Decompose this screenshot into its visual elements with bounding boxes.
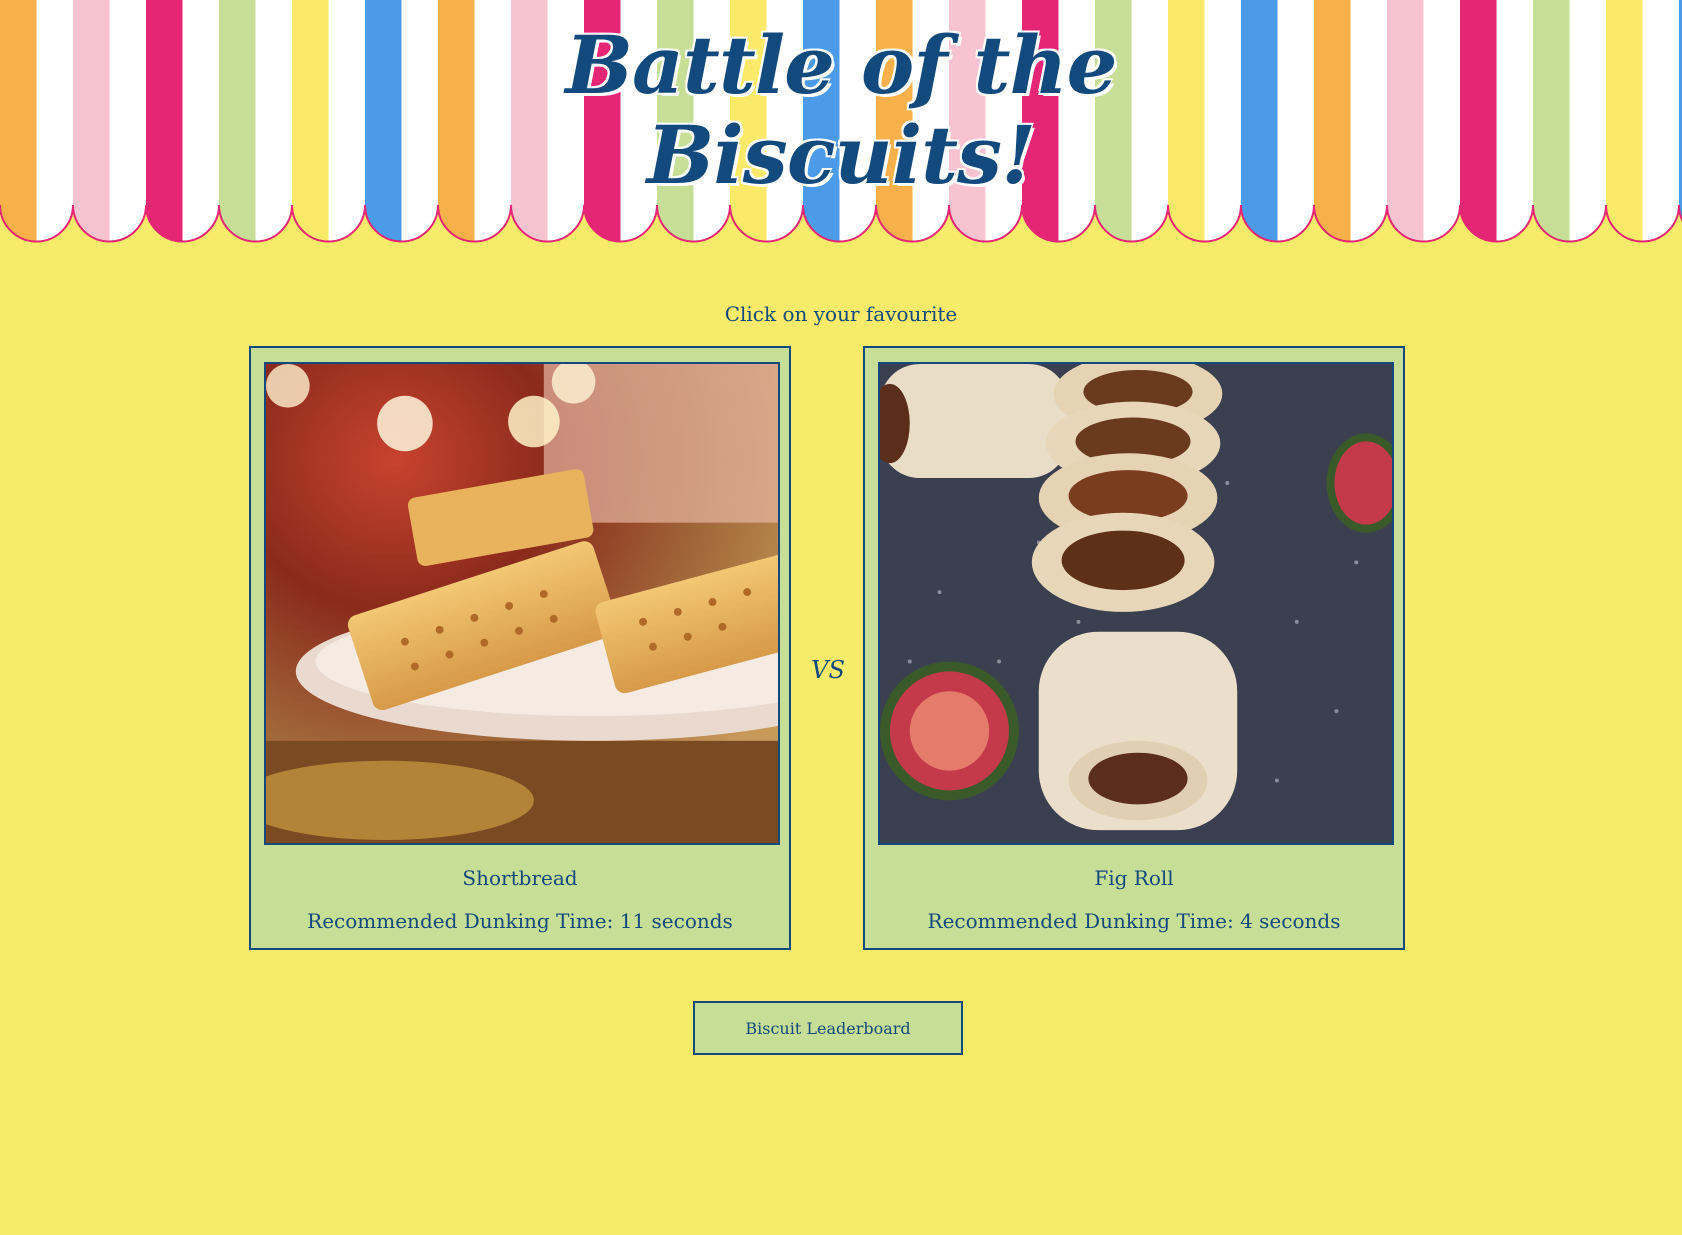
shortbread-photo[interactable] bbox=[264, 362, 780, 845]
fig-roll-image bbox=[880, 364, 1392, 843]
dunking-time-shortbread: Recommended Dunking Time: 11 seconds bbox=[307, 909, 733, 933]
leaderboard-button[interactable]: Biscuit Leaderboard bbox=[693, 1001, 963, 1055]
biscuit-card-fig-roll[interactable]: Fig Roll Recommended Dunking Time: 4 sec… bbox=[863, 346, 1405, 950]
biscuit-name-fig-roll: Fig Roll bbox=[1094, 866, 1174, 890]
biscuit-name-shortbread: Shortbread bbox=[462, 866, 578, 890]
shortbread-image bbox=[266, 364, 778, 843]
page-title: Battle of the Biscuits! bbox=[0, 20, 1682, 200]
title-line-2: Biscuits! bbox=[646, 108, 1036, 202]
dunking-time-fig-roll: Recommended Dunking Time: 4 seconds bbox=[927, 909, 1341, 933]
fig-roll-photo[interactable] bbox=[878, 362, 1394, 845]
versus-label: VS bbox=[811, 656, 845, 684]
biscuit-card-shortbread[interactable]: Shortbread Recommended Dunking Time: 11 … bbox=[249, 346, 791, 950]
title-line-1: Battle of the bbox=[565, 18, 1117, 112]
vote-prompt: Click on your favourite bbox=[724, 302, 958, 326]
